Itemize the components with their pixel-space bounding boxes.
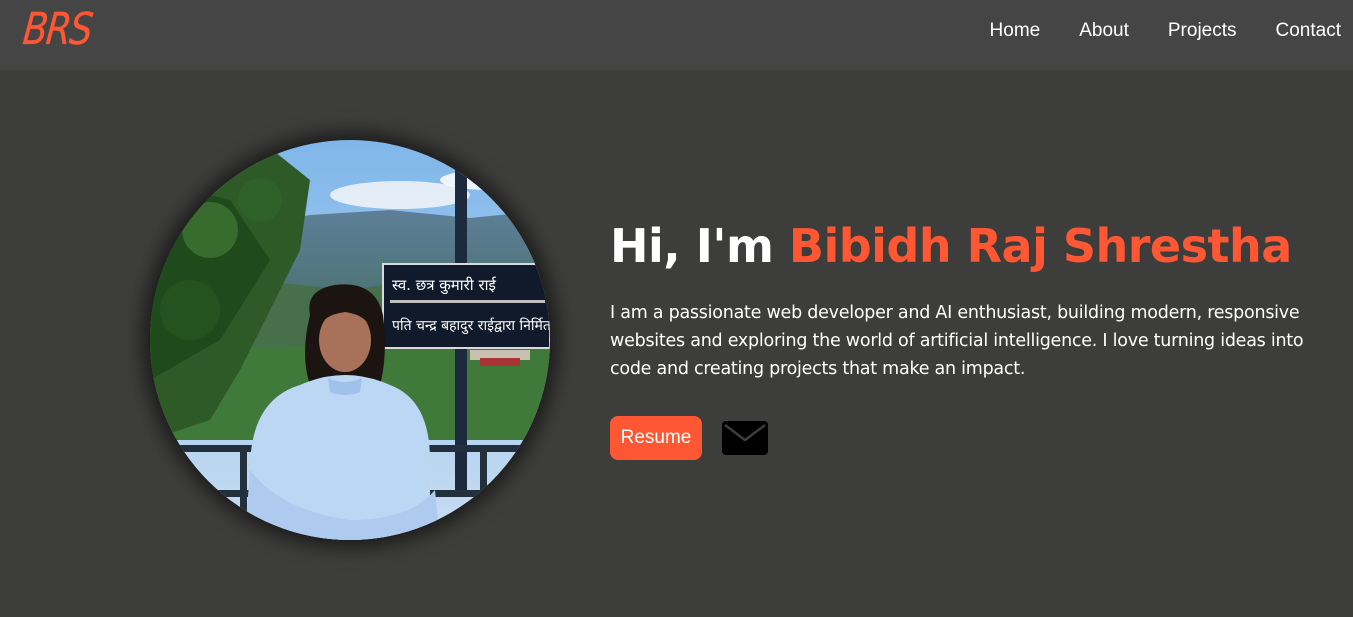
site-logo[interactable]: BRS bbox=[21, 4, 94, 55]
navbar: BRS Home About Projects Contact bbox=[0, 0, 1353, 70]
hero-headline: Hi, I'm Bibidh Raj Shrestha bbox=[610, 218, 1330, 274]
hero-text: Hi, I'm Bibidh Raj Shrestha I am a passi… bbox=[610, 218, 1330, 383]
nav-links: Home About Projects Contact bbox=[951, 20, 1341, 42]
profile-photo: स्व. छत्र कुमारी राई पति चन्द्र बहादुर र… bbox=[150, 140, 550, 540]
hero-intro: I am a passionate web developer and AI e… bbox=[610, 303, 1304, 379]
nav-home-link[interactable]: Home bbox=[990, 20, 1041, 42]
hero-name: Bibidh Raj Shrestha bbox=[788, 219, 1292, 273]
greeting-text: Hi, I'm bbox=[610, 219, 789, 273]
nav-projects-link[interactable]: Projects bbox=[1168, 20, 1237, 42]
sign-text-line1: स्व. छत्र कुमारी राई bbox=[392, 276, 497, 295]
hero-actions: Resume bbox=[610, 416, 768, 460]
resume-button[interactable]: Resume bbox=[610, 416, 702, 460]
envelope-icon[interactable] bbox=[722, 420, 768, 456]
profile-photo-illustration: स्व. छत्र कुमारी राई पति चन्द्र बहादुर र… bbox=[150, 140, 550, 540]
nav-about-link[interactable]: About bbox=[1079, 20, 1129, 42]
sign-text-line2: पति चन्द्र बहादुर राईद्वारा निर्मित bbox=[392, 317, 550, 335]
nav-contact-link[interactable]: Contact bbox=[1276, 20, 1341, 42]
